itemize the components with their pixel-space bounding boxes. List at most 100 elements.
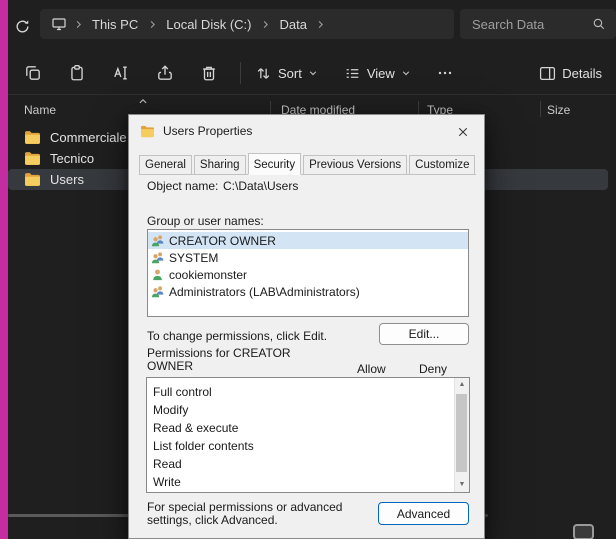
principal-name: cookiemonster: [169, 268, 247, 282]
chevron-down-icon: [401, 68, 411, 78]
permission-name: Write: [153, 475, 181, 489]
permission-row-read-execute[interactable]: Read & execute: [153, 419, 469, 437]
permission-name: Read: [153, 457, 182, 471]
list-item-administrators[interactable]: Administrators (LAB\Administrators): [148, 283, 468, 300]
sort-icon: [255, 65, 272, 82]
breadcrumb-data[interactable]: Data: [273, 15, 312, 34]
tab-sharing[interactable]: Sharing: [194, 155, 246, 174]
group-or-user-names-label: Group or user names:: [147, 214, 264, 228]
permission-name: List folder contents: [153, 439, 254, 453]
sort-label: Sort: [278, 66, 302, 81]
view-icon: [344, 65, 361, 82]
file-name: Users: [50, 172, 84, 187]
change-permissions-text: To change permissions, click Edit.: [147, 329, 327, 343]
details-label: Details: [562, 66, 602, 81]
permissions-for-label: Permissions for CREATOR OWNER: [147, 347, 307, 373]
rename-button[interactable]: [112, 64, 130, 82]
list-item-creator-owner[interactable]: CREATOR OWNER: [148, 232, 468, 249]
breadcrumb-local-disk-c[interactable]: Local Disk (C:): [160, 15, 257, 34]
this-pc-icon: [51, 16, 67, 32]
toolbar-separator: [240, 62, 241, 84]
refresh-icon: [14, 18, 31, 35]
edit-button[interactable]: Edit...: [379, 323, 469, 345]
folder-icon: [24, 172, 41, 187]
permission-row-read[interactable]: Read: [153, 455, 469, 473]
principal-name: CREATOR OWNER: [169, 234, 276, 248]
principal-name: Administrators (LAB\Administrators): [169, 285, 360, 299]
permission-row-list-folder-contents[interactable]: List folder contents: [153, 437, 469, 455]
tab-general[interactable]: General: [139, 155, 192, 174]
tab-security[interactable]: Security: [248, 153, 302, 175]
permission-row-write[interactable]: Write: [153, 473, 469, 491]
user-icon: [151, 268, 164, 281]
permission-name: Read & execute: [153, 421, 238, 435]
dialog-title-bar[interactable]: Users Properties: [129, 115, 484, 147]
folder-icon: [24, 151, 41, 166]
view-label: View: [367, 66, 395, 81]
column-divider[interactable]: [540, 101, 541, 117]
details-pane-icon: [539, 65, 556, 82]
permission-row-modify[interactable]: Modify: [153, 401, 469, 419]
advanced-button[interactable]: Advanced: [378, 502, 469, 525]
background-app-strip: [0, 0, 8, 539]
scroll-up-icon[interactable]: ▲: [455, 380, 469, 390]
copy-button[interactable]: [24, 64, 42, 82]
search-box: [460, 9, 616, 39]
close-icon: [457, 126, 469, 138]
allow-column-label: Allow: [357, 362, 386, 376]
principal-name: SYSTEM: [169, 251, 218, 265]
group-icon: [151, 234, 164, 247]
dialog-title: Users Properties: [163, 124, 252, 138]
chevron-right-icon[interactable]: [145, 16, 159, 32]
list-item-system[interactable]: SYSTEM: [148, 249, 468, 266]
sort-button[interactable]: Sort: [255, 65, 318, 82]
group-user-list[interactable]: CREATOR OWNER SYSTEM cookiemonster Admin…: [147, 229, 469, 317]
sort-ascending-icon: [138, 97, 148, 105]
folder-icon: [140, 125, 155, 138]
permission-name: Full control: [153, 385, 212, 399]
column-header-name[interactable]: Name: [24, 103, 56, 117]
copy-icon: [24, 64, 42, 82]
group-icon: [151, 251, 164, 264]
more-button[interactable]: [437, 65, 453, 81]
more-icon: [437, 65, 453, 81]
tab-previous-versions[interactable]: Previous Versions: [303, 155, 407, 174]
chevron-right-icon[interactable]: [71, 16, 85, 32]
tab-customize[interactable]: Customize: [409, 155, 475, 174]
dialog-tabs: General Sharing Security Previous Versio…: [139, 152, 476, 175]
column-header-size[interactable]: Size: [547, 103, 570, 117]
object-name-value: C:\Data\Users: [223, 179, 298, 193]
share-icon: [156, 64, 174, 82]
close-button[interactable]: [450, 122, 476, 142]
chevron-down-icon: [308, 68, 318, 78]
rename-icon: [112, 64, 130, 82]
vertical-scrollbar-thumb[interactable]: [456, 394, 467, 472]
permissions-list[interactable]: Full control Modify Read & execute List …: [146, 377, 470, 493]
search-input[interactable]: [470, 16, 592, 33]
paste-icon: [68, 64, 86, 82]
search-icon: [592, 17, 606, 31]
command-toolbar: Sort View Details: [8, 52, 616, 95]
list-item-cookiemonster[interactable]: cookiemonster: [148, 266, 468, 283]
chevron-right-icon[interactable]: [314, 16, 328, 32]
view-button[interactable]: View: [344, 65, 411, 82]
scroll-down-icon[interactable]: ▼: [455, 480, 469, 490]
refresh-button[interactable]: [12, 16, 32, 36]
file-name: Commerciale: [50, 130, 127, 145]
permission-row-full-control[interactable]: Full control: [153, 383, 469, 401]
details-button[interactable]: Details: [539, 65, 602, 82]
breadcrumb-this-pc[interactable]: This PC: [86, 15, 144, 34]
users-properties-dialog: Users Properties General Sharing Securit…: [128, 114, 485, 539]
vertical-scrollbar[interactable]: ▲ ▼: [454, 378, 469, 492]
folder-icon: [24, 130, 41, 145]
chevron-right-icon[interactable]: [258, 16, 272, 32]
delete-button[interactable]: [200, 64, 218, 82]
corner-window-icon: [572, 523, 595, 539]
object-name-label: Object name:: [147, 179, 218, 193]
breadcrumb: This PC Local Disk (C:) Data: [40, 9, 454, 39]
permission-name: Modify: [153, 403, 188, 417]
file-name: Tecnico: [50, 151, 94, 166]
share-button[interactable]: [156, 64, 174, 82]
group-icon: [151, 285, 164, 298]
paste-button[interactable]: [68, 64, 86, 82]
